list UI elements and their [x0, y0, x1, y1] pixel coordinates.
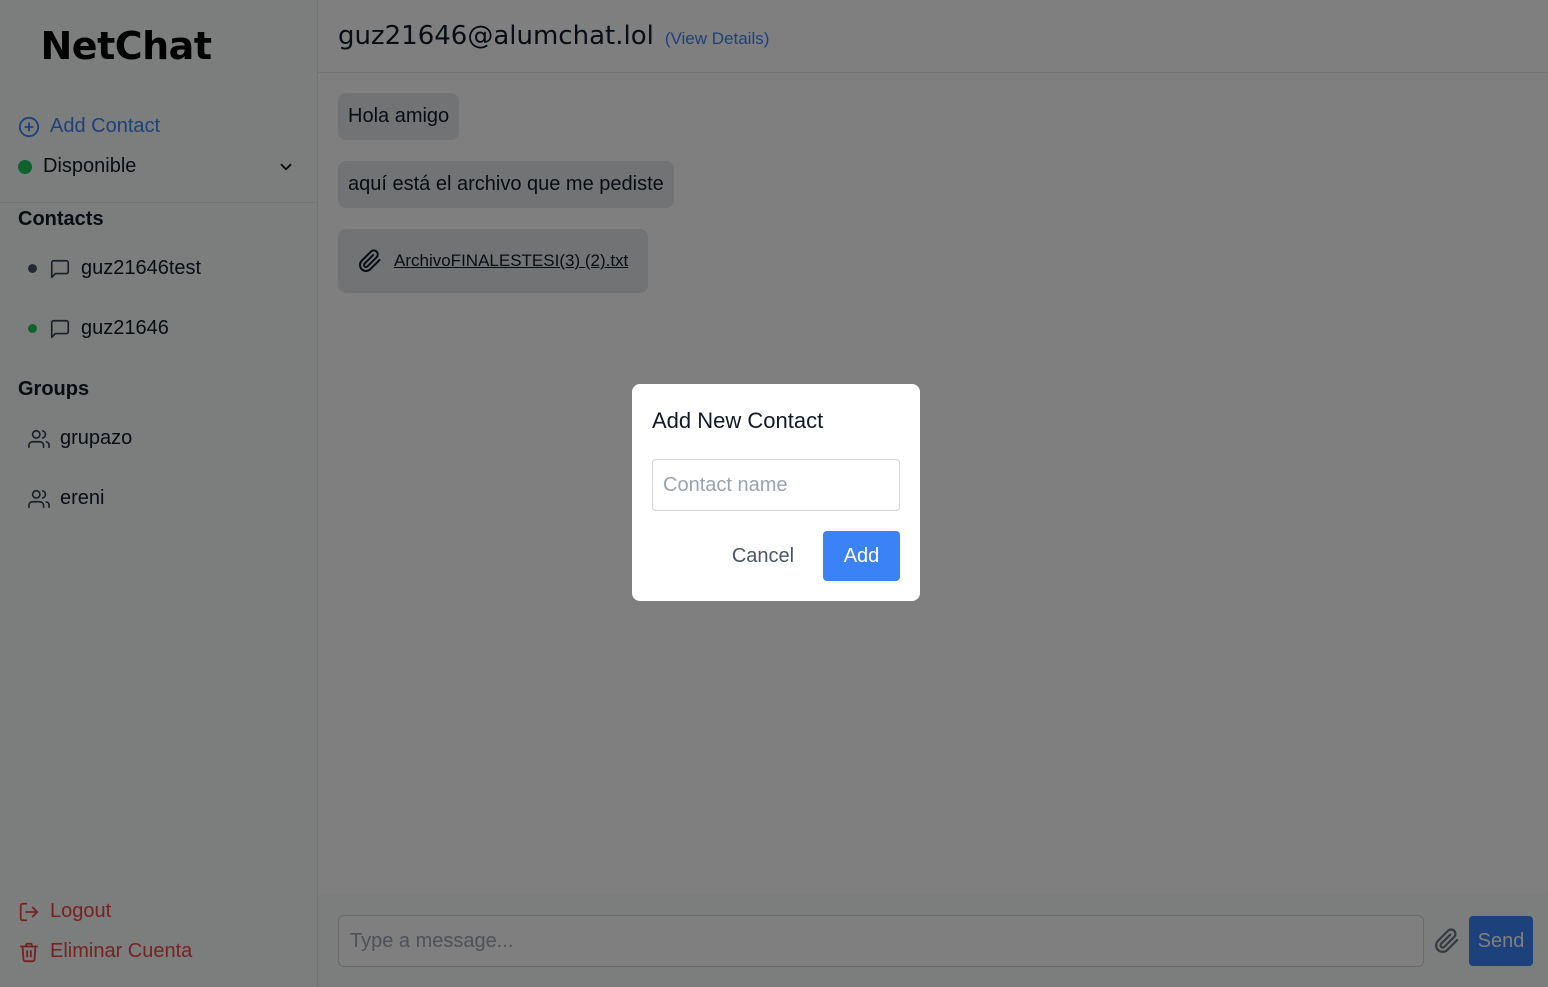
cancel-button[interactable]: Cancel	[726, 531, 800, 581]
add-contact-modal: Add New Contact Cancel Add	[632, 384, 920, 601]
add-button[interactable]: Add	[823, 531, 900, 581]
modal-title: Add New Contact	[652, 408, 824, 433]
contact-name-input[interactable]	[652, 459, 900, 511]
